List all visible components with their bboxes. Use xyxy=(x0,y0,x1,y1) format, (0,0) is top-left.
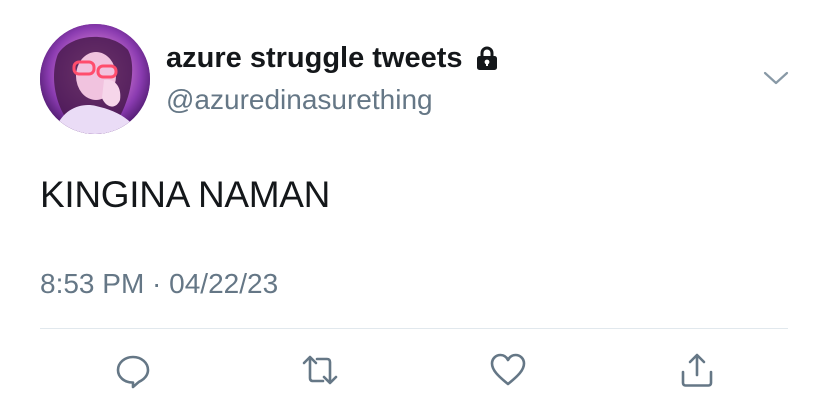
tweet-text: KINGINA NAMAN xyxy=(40,174,331,215)
display-name[interactable]: azure struggle tweets xyxy=(166,40,463,76)
retweet-button[interactable] xyxy=(298,348,342,392)
share-icon xyxy=(681,353,713,387)
reply-icon xyxy=(116,355,150,389)
divider xyxy=(40,328,788,329)
display-name-row[interactable]: azure struggle tweets xyxy=(166,40,501,76)
retweet-icon xyxy=(302,355,338,385)
timestamp[interactable]: 8:53 PM · 04/22/23 xyxy=(40,266,278,302)
like-button[interactable] xyxy=(486,348,530,392)
chevron-down-icon[interactable] xyxy=(762,68,790,88)
tweet-header: azure struggle tweets @azuredinasurethin… xyxy=(166,40,501,118)
lock-icon xyxy=(473,44,501,72)
tweet-card: azure struggle tweets @azuredinasurethin… xyxy=(0,0,828,417)
reply-button[interactable] xyxy=(111,348,155,392)
heart-icon xyxy=(490,353,526,386)
share-button[interactable] xyxy=(675,348,719,392)
avatar[interactable] xyxy=(40,24,150,134)
action-bar xyxy=(0,348,828,398)
handle[interactable]: @azuredinasurething xyxy=(166,82,501,118)
